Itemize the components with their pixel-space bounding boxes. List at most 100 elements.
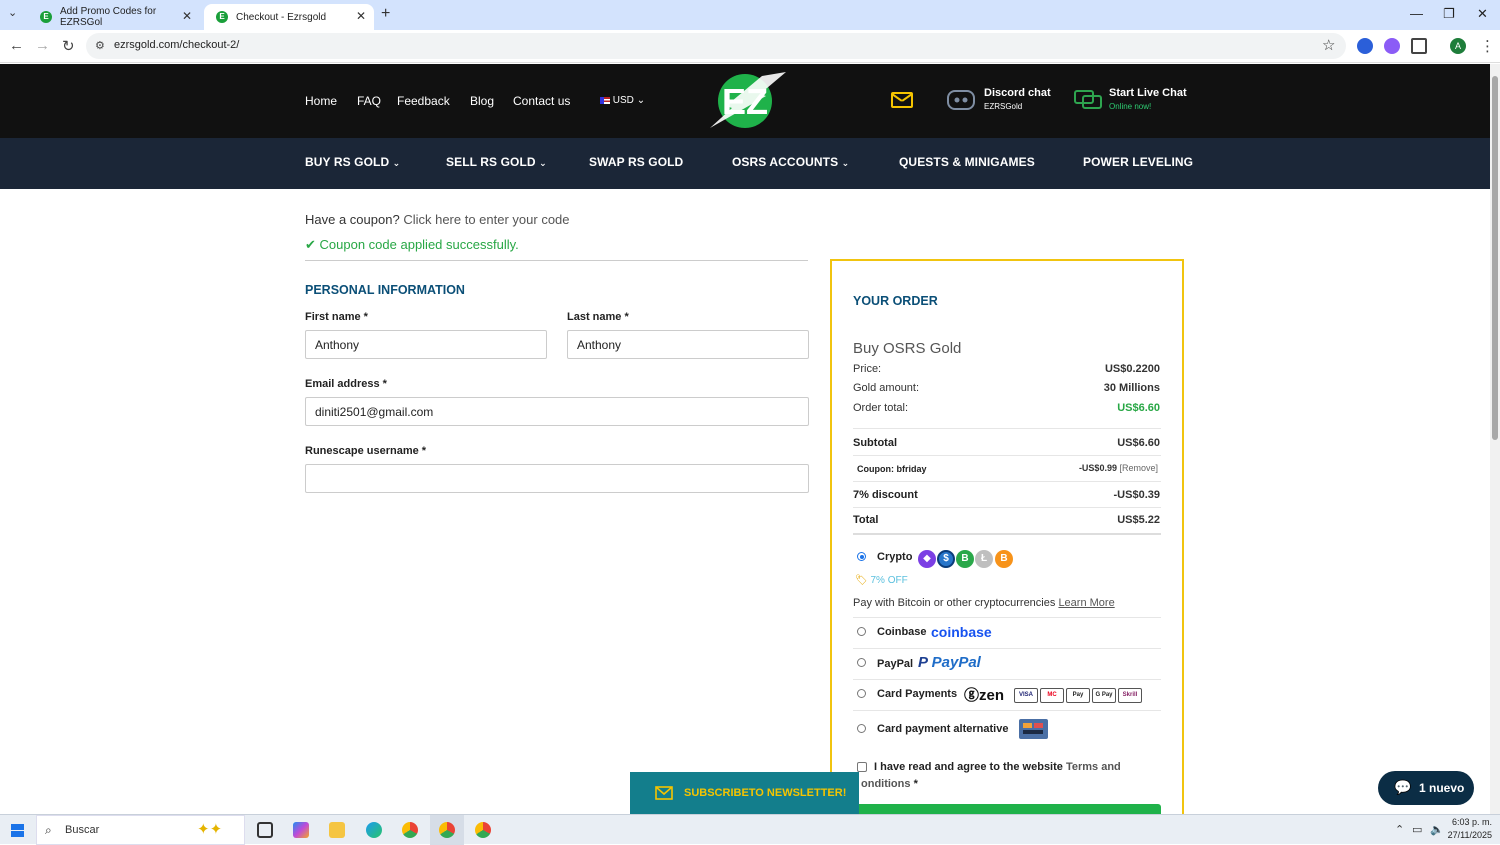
order-product-name: Buy OSRS Gold xyxy=(853,340,962,357)
windows-start-icon[interactable] xyxy=(11,824,24,837)
enter-coupon-link[interactable]: Click here to enter your code xyxy=(403,212,569,227)
volume-icon[interactable]: 🔈 xyxy=(1430,823,1444,836)
learn-more-link[interactable]: Learn More xyxy=(1058,597,1114,609)
email-label: Email address * xyxy=(305,378,387,390)
site-header: Home FAQ Feedback Blog Contact us USD ⌄ … xyxy=(0,64,1490,138)
price-tag-icon: 🏷 xyxy=(855,575,868,586)
chevron-down-icon: ⌄ xyxy=(539,158,547,168)
runescape-username-field[interactable] xyxy=(305,464,809,493)
tray-chevron-icon[interactable]: ⌃ xyxy=(1395,823,1404,836)
menu-power-leveling[interactable]: POWER LEVELING xyxy=(1083,155,1193,169)
paypal-wordmark: PayPal xyxy=(931,654,981,671)
bitcoin-cash-icon: B xyxy=(956,550,974,568)
browser-tab-promo[interactable]: E Add Promo Codes for EZRSGol ✕ xyxy=(28,4,200,30)
crypto-label[interactable]: Crypto xyxy=(877,551,912,563)
divider xyxy=(853,533,1161,535)
usdc-icon: $ xyxy=(937,550,955,568)
restore-icon[interactable]: ❐ xyxy=(1443,6,1455,22)
file-explorer-icon[interactable] xyxy=(329,822,345,838)
card-chip-icon xyxy=(1023,723,1032,728)
paypal-label[interactable]: PayPal xyxy=(877,658,913,670)
site-info-icon[interactable]: ⚙ xyxy=(95,39,105,52)
menu-osrs-accounts[interactable]: OSRS ACCOUNTS ⌄ xyxy=(732,155,849,169)
coupon-prompt: Have a coupon? Click here to enter your … xyxy=(305,212,570,227)
nav-home[interactable]: Home xyxy=(305,94,337,108)
discord-icon[interactable] xyxy=(946,88,976,112)
profile-avatar[interactable]: A xyxy=(1450,38,1466,54)
network-icon[interactable]: ▭ xyxy=(1412,823,1422,836)
menu-swap-rs-gold[interactable]: SWAP RS GOLD xyxy=(589,155,683,169)
ezrsgold-logo[interactable]: EZ xyxy=(702,70,788,132)
card-alternative-radio[interactable] xyxy=(857,724,866,733)
chat-widget-button[interactable]: 💬 1 nuevo xyxy=(1378,771,1474,805)
extension-2-icon[interactable] xyxy=(1384,38,1400,54)
reload-icon[interactable]: ↻ xyxy=(62,37,75,55)
minimize-icon[interactable]: — xyxy=(1410,6,1423,21)
address-bar[interactable]: ⚙ ezrsgold.com/checkout-2/ ☆ xyxy=(86,33,1346,59)
clock-time[interactable]: 6:03 p. m. xyxy=(1450,817,1492,827)
discord-chat-title[interactable]: Discord chat xyxy=(984,87,1051,99)
window-close-icon[interactable]: ✕ xyxy=(1477,6,1488,22)
chrome-profile-icon[interactable] xyxy=(475,822,491,838)
mail-icon[interactable] xyxy=(891,92,913,108)
currency-selector[interactable]: USD ⌄ xyxy=(600,95,645,106)
card-chip-icon xyxy=(1034,723,1043,728)
nav-blog[interactable]: Blog xyxy=(470,94,494,108)
taskbar-search-box[interactable]: ⌕ Buscar ✦✦ xyxy=(36,815,245,845)
remove-coupon-link[interactable]: [Remove] xyxy=(1119,463,1158,473)
extensions-puzzle-icon[interactable] xyxy=(1411,38,1427,54)
clock-date[interactable]: 27/11/2025 xyxy=(1446,830,1492,840)
forward-arrow-icon[interactable]: → xyxy=(35,37,50,54)
copilot-icon[interactable] xyxy=(293,822,309,838)
bitcoin-icon: B xyxy=(995,550,1013,568)
first-name-field[interactable]: Anthony xyxy=(305,330,547,359)
terms-checkbox[interactable] xyxy=(857,762,867,772)
back-arrow-icon[interactable]: ← xyxy=(9,37,24,54)
ez-favicon-icon: E xyxy=(216,11,228,23)
task-view-icon[interactable] xyxy=(257,822,273,838)
menu-quests-minigames[interactable]: QUESTS & MINIGAMES xyxy=(899,155,1035,169)
extension-1-icon[interactable] xyxy=(1357,38,1373,54)
live-chat-icon[interactable] xyxy=(1074,89,1102,111)
tab-title: Checkout - Ezrsgold xyxy=(236,11,327,23)
card-payments-label[interactable]: Card Payments xyxy=(877,688,957,700)
coinbase-radio[interactable] xyxy=(857,627,866,636)
divider xyxy=(853,507,1161,508)
nav-faq[interactable]: FAQ xyxy=(357,94,381,108)
close-tab-icon[interactable]: ✕ xyxy=(356,9,366,23)
divider xyxy=(853,648,1161,649)
menu-sell-rs-gold[interactable]: SELL RS GOLD ⌄ xyxy=(446,155,547,169)
nav-contact[interactable]: Contact us xyxy=(513,94,570,108)
nav-feedback[interactable]: Feedback xyxy=(397,94,450,108)
newsletter-banner[interactable]: SUBSCRIBETO NEWSLETTER! xyxy=(630,772,859,814)
card-alternative-label[interactable]: Card payment alternative xyxy=(877,723,1008,735)
live-chat-title[interactable]: Start Live Chat xyxy=(1109,87,1187,99)
bookmark-star-icon[interactable]: ☆ xyxy=(1322,36,1335,54)
scrollbar-thumb[interactable] xyxy=(1492,76,1498,440)
email-field[interactable]: diniti2501@gmail.com xyxy=(305,397,809,426)
chrome-icon[interactable] xyxy=(402,822,418,838)
coinbase-label[interactable]: Coinbase xyxy=(877,626,927,638)
taskbar-search-placeholder: Buscar xyxy=(65,824,100,836)
edge-browser-icon[interactable] xyxy=(366,822,382,838)
crypto-radio[interactable] xyxy=(857,552,866,561)
place-order-button[interactable] xyxy=(853,804,1161,814)
kebab-menu-icon[interactable]: ⋮ xyxy=(1480,37,1495,55)
menu-buy-rs-gold[interactable]: BUY RS GOLD ⌄ xyxy=(305,155,400,169)
chrome-active-icon[interactable] xyxy=(439,822,455,838)
new-tab-plus-icon[interactable]: + xyxy=(381,5,390,23)
paypal-logo: P PayPal xyxy=(918,654,981,671)
menu-label: OSRS ACCOUNTS xyxy=(732,155,839,169)
card-payments-radio[interactable] xyxy=(857,689,866,698)
url-text[interactable]: ezrsgold.com/checkout-2/ xyxy=(114,39,239,51)
browser-tab-checkout[interactable]: E Checkout - Ezrsgold ✕ xyxy=(204,4,374,30)
close-tab-icon[interactable]: ✕ xyxy=(182,9,192,23)
tab-search-chevron-icon[interactable]: ⌄ xyxy=(8,6,17,19)
personal-info-title: PERSONAL INFORMATION xyxy=(305,283,465,297)
last-name-field[interactable]: Anthony xyxy=(567,330,809,359)
terms-link[interactable]: Terms and xyxy=(1066,761,1121,773)
paypal-radio[interactable] xyxy=(857,658,866,667)
live-chat-status: Online now! xyxy=(1109,102,1152,111)
terms-link-continued[interactable]: onditions xyxy=(861,778,911,790)
price-value: US$0.2200 xyxy=(1104,363,1160,375)
